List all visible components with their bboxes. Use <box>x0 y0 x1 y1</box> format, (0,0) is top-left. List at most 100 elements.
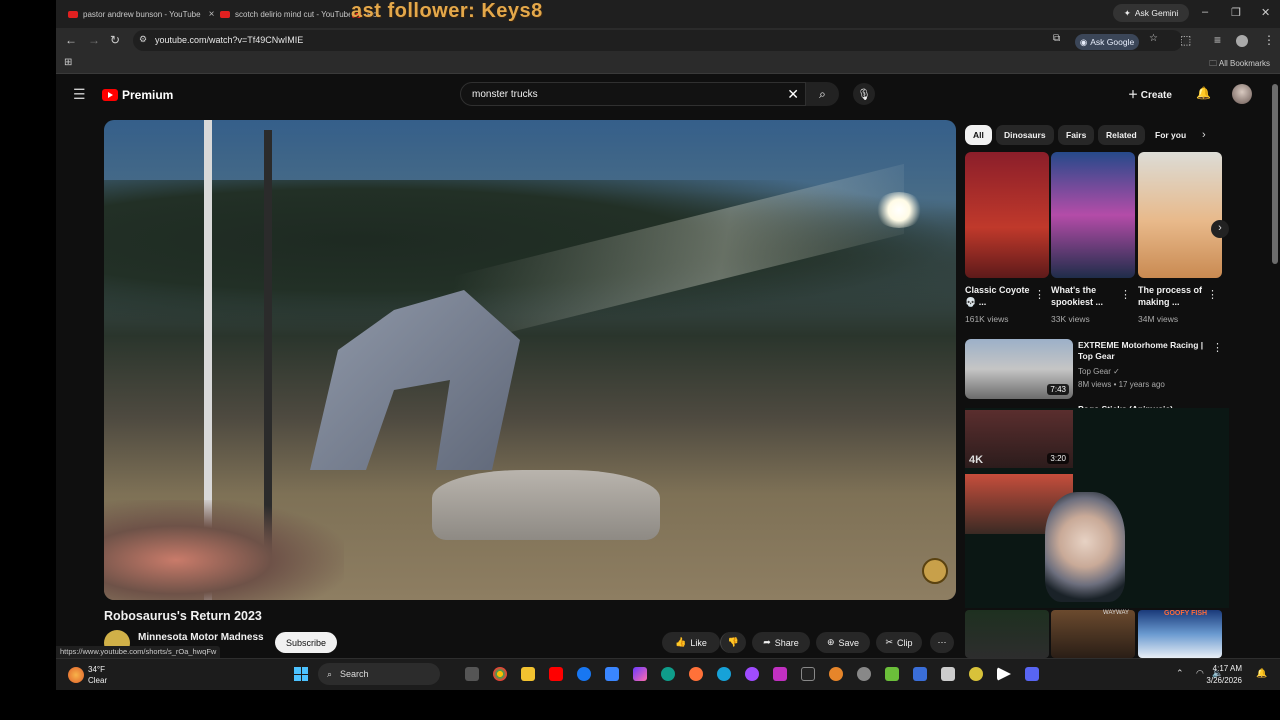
maximize-icon[interactable]: ❐ <box>1231 6 1241 19</box>
app-icon[interactable] <box>801 667 815 681</box>
clear-search-icon[interactable]: ✕ <box>787 86 799 103</box>
taskbar-search-label: Search <box>340 669 369 679</box>
recommended-channel[interactable]: Top Gear ✓ <box>1078 367 1120 376</box>
recommended-thumbnail[interactable]: 4K 3:20 <box>965 410 1073 468</box>
play-icon[interactable] <box>997 667 1011 681</box>
wifi-icon[interactable]: ◠ <box>1196 668 1204 679</box>
minimize-icon[interactable]: – <box>1202 6 1208 18</box>
voice-search-button[interactable]: 🎙 <box>853 83 875 105</box>
recommended-title[interactable]: EXTREME Motorhome Racing | Top Gear <box>1078 340 1218 362</box>
messenger-icon[interactable] <box>577 667 591 681</box>
create-button[interactable]: ＋ Create <box>1128 86 1172 101</box>
ask-gemini-button[interactable]: ✦ Ask Gemini <box>1113 4 1189 22</box>
reading-list-icon[interactable]: ≡ <box>1214 33 1221 47</box>
close-window-icon[interactable]: ✕ <box>1261 6 1270 19</box>
app-icon[interactable] <box>913 667 927 681</box>
recommended-thumbnail[interactable] <box>965 610 1049 658</box>
chrome-icon[interactable] <box>493 667 507 681</box>
forward-icon[interactable]: → <box>88 33 100 47</box>
app-icon[interactable] <box>829 667 843 681</box>
recommended-thumbnail[interactable]: 7:43 <box>965 339 1073 399</box>
subscribe-button[interactable]: Subscribe <box>275 632 337 653</box>
app-icon[interactable] <box>857 667 871 681</box>
browser-tab[interactable]: pastor andrew bunson - YouTube × <box>68 4 218 24</box>
edge-icon[interactable] <box>661 667 675 681</box>
like-button[interactable]: 👍 Like <box>662 632 720 653</box>
hamburger-menu-icon[interactable]: ☰ <box>73 86 86 103</box>
extensions-icon[interactable]: ⬚ <box>1180 33 1191 47</box>
more-actions-button[interactable]: ⋯ <box>930 632 954 653</box>
short-title[interactable]: The process of making ... <box>1138 284 1208 308</box>
app-icon[interactable] <box>885 667 899 681</box>
short-menu-icon[interactable]: ⋮ <box>1120 288 1131 301</box>
back-icon[interactable]: ← <box>65 33 77 47</box>
recommended-menu-icon[interactable]: ⋮ <box>1212 341 1223 354</box>
search-button[interactable]: ⌕ <box>806 82 839 106</box>
chips-next-icon[interactable]: › <box>1202 129 1206 141</box>
windows-start-icon[interactable] <box>294 667 308 681</box>
chip-for-you[interactable]: For you <box>1148 125 1194 145</box>
site-info-icon[interactable]: ⚙ <box>139 34 147 45</box>
video-player[interactable] <box>104 120 956 600</box>
scrollbar[interactable] <box>1272 84 1278 264</box>
youtube-logo[interactable]: Premium <box>102 88 173 102</box>
tray-expand-icon[interactable]: ⌃ <box>1176 668 1184 679</box>
short-title[interactable]: Classic Coyote 💀 ... <box>965 284 1035 308</box>
app-icon[interactable] <box>941 667 955 681</box>
app-icon[interactable] <box>717 667 731 681</box>
address-bar[interactable]: ⚙ youtube.com/watch?v=Tf49CNwIMIE ⧉ ◉ As… <box>133 30 1183 51</box>
task-view-icon[interactable] <box>465 667 479 681</box>
chip-fairs[interactable]: Fairs <box>1058 125 1095 145</box>
short-title[interactable]: What's the spookiest ... <box>1051 284 1121 308</box>
taskbar-search-box[interactable]: ⌕ Search <box>318 663 440 685</box>
app-icon[interactable] <box>969 667 983 681</box>
reload-icon[interactable]: ↻ <box>110 33 120 47</box>
all-bookmarks-button[interactable]: 🗀 All Bookmarks <box>1209 58 1270 72</box>
weather-icon[interactable] <box>68 667 84 683</box>
clip-button[interactable]: ✂ Clip <box>876 632 922 653</box>
app-icon[interactable] <box>773 667 787 681</box>
user-avatar[interactable] <box>1232 84 1252 104</box>
browser-tab[interactable]: scotch delirio mind cut - YouTube × <box>220 4 350 24</box>
short-thumbnail[interactable] <box>1051 152 1135 278</box>
chip-all[interactable]: All <box>965 125 992 145</box>
search-input[interactable]: monster trucks ✕ <box>460 82 806 106</box>
weather-temperature[interactable]: 34°F <box>88 665 105 674</box>
recommended-thumbnail[interactable] <box>1051 610 1135 658</box>
clock-time[interactable]: 4:17 AM <box>1213 664 1242 673</box>
search-value[interactable]: monster trucks <box>472 89 538 100</box>
ask-google-button[interactable]: ◉ Ask Google <box>1075 34 1139 50</box>
channel-name[interactable]: Minnesota Motor Madness <box>138 632 264 643</box>
app-icon[interactable] <box>745 667 759 681</box>
weather-condition[interactable]: Clear <box>88 676 107 685</box>
notifications-bell-icon[interactable]: 🔔 <box>1196 86 1211 100</box>
channel-watermark-icon[interactable] <box>922 558 948 584</box>
file-explorer-icon[interactable] <box>521 667 535 681</box>
browser-menu-icon[interactable]: ⋮ <box>1263 33 1275 47</box>
copilot-icon[interactable] <box>633 667 647 681</box>
short-menu-icon[interactable]: ⋮ <box>1207 288 1218 301</box>
bookmark-star-icon[interactable]: ☆ <box>1149 33 1158 44</box>
recommended-thumbnail[interactable] <box>1138 610 1222 658</box>
chip-related[interactable]: Related <box>1098 125 1145 145</box>
short-menu-icon[interactable]: ⋮ <box>1034 288 1045 301</box>
share-button[interactable]: ➦ Share <box>752 632 810 653</box>
dislike-button[interactable]: 👎 <box>720 632 746 653</box>
shelf-next-icon[interactable]: › <box>1211 220 1229 238</box>
firefox-icon[interactable] <box>689 667 703 681</box>
youtube-app-icon[interactable] <box>549 667 563 681</box>
discord-icon[interactable] <box>1025 667 1039 681</box>
scissors-icon: ✂ <box>885 637 894 647</box>
url-text[interactable]: youtube.com/watch?v=Tf49CNwIMIE <box>155 35 303 45</box>
short-thumbnail[interactable] <box>1138 152 1222 278</box>
close-tab-icon[interactable]: × <box>209 9 215 20</box>
profile-icon[interactable] <box>1236 35 1248 47</box>
store-icon[interactable] <box>605 667 619 681</box>
install-app-icon[interactable]: ⧉ <box>1053 33 1060 44</box>
clock-date[interactable]: 3/26/2026 <box>1206 676 1242 685</box>
apps-grid-icon[interactable]: ⊞ <box>64 57 72 68</box>
save-button[interactable]: ⊕ Save <box>816 632 870 653</box>
chip-dinosaurs[interactable]: Dinosaurs <box>996 125 1054 145</box>
short-thumbnail[interactable] <box>965 152 1049 278</box>
notification-center-icon[interactable]: 🔔 <box>1256 668 1267 679</box>
